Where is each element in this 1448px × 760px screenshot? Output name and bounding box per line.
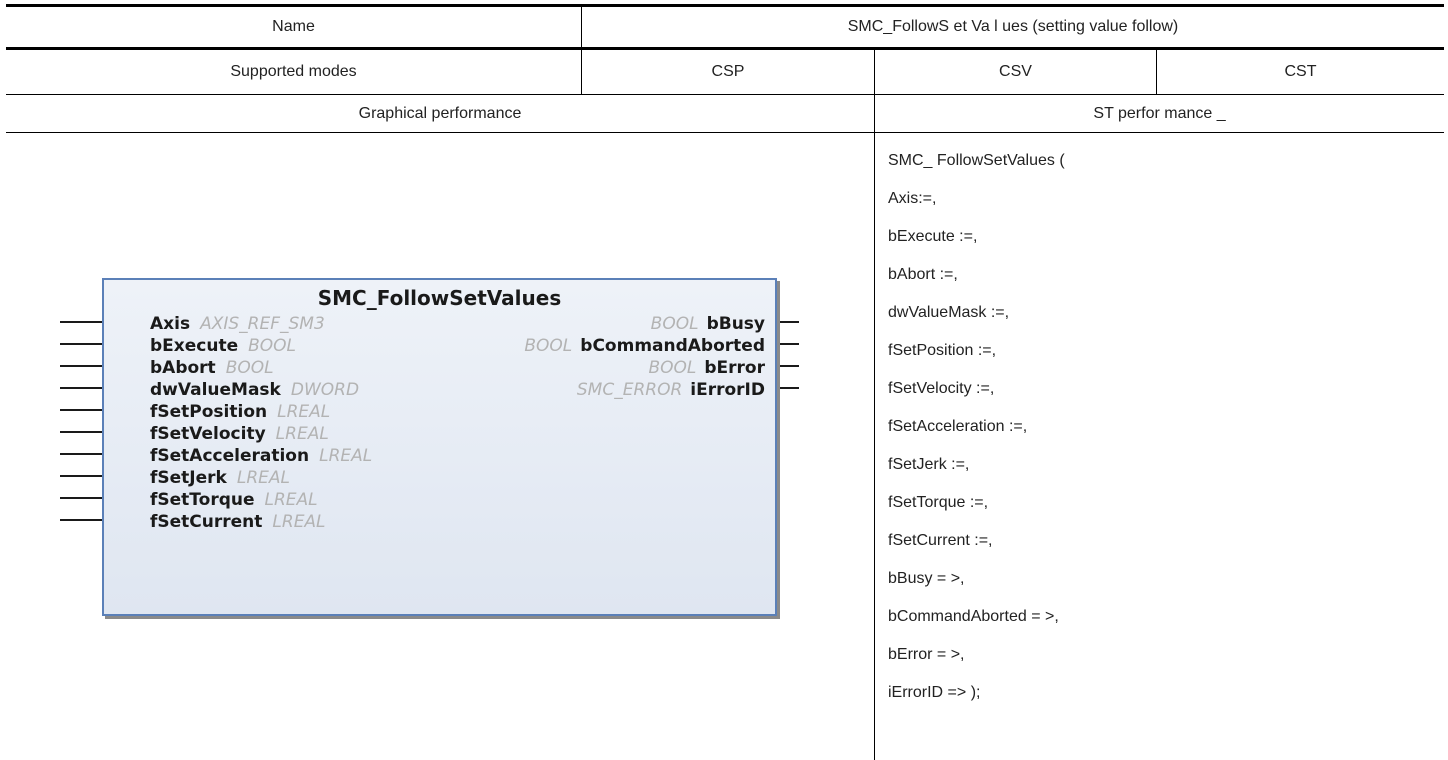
output-pin-berror: BOOL bError [648, 357, 765, 379]
input-connector [60, 365, 102, 367]
input-connector [60, 497, 102, 499]
pin-type: BOOL [650, 314, 699, 334]
input-pin-axis: Axis AXIS_REF_SM3 [150, 313, 325, 335]
pin-type: SMC_ERROR [576, 380, 683, 400]
pin-type: BOOL [648, 358, 697, 378]
pin-name: bBusy [706, 314, 765, 334]
input-connector [60, 453, 102, 455]
input-connector [60, 321, 102, 323]
st-code-line: fSetAcceleration :=, [888, 418, 1028, 435]
name-value: SMC_FollowS et Va l ues (setting value f… [847, 18, 1179, 35]
output-connector [777, 365, 799, 367]
output-connector [777, 387, 799, 389]
st-code-line: fSetVelocity :=, [888, 380, 995, 397]
input-pin-bexecute: bExecute BOOL [150, 335, 296, 357]
pin-name: fSetVelocity [150, 424, 266, 444]
pin-name: Axis [150, 314, 191, 334]
pin-type: BOOL [248, 336, 297, 356]
st-code-line: fSetTorque :=, [888, 494, 989, 511]
pin-name: fSetCurrent [150, 512, 263, 532]
input-connector [60, 409, 102, 411]
st-code-line: bBusy = >, [888, 570, 965, 587]
pin-type: BOOL [225, 358, 274, 378]
pin-type: LREAL [264, 490, 318, 510]
st-code-line: bError = >, [888, 646, 965, 663]
st-code-line: bExecute :=, [888, 228, 978, 245]
pin-type: LREAL [272, 512, 326, 532]
st-code-line: bCommandAborted = >, [888, 608, 1059, 625]
st-code-line: fSetJerk :=, [888, 456, 970, 473]
mode-cst: CST [1284, 63, 1317, 80]
st-code-line: iErrorID => ); [888, 684, 981, 701]
input-connector [60, 387, 102, 389]
output-pin-ierrorid: SMC_ERROR iErrorID [577, 379, 765, 401]
input-pin-babort: bAbort BOOL [150, 357, 274, 379]
st-performance-heading: ST perfor mance _ [1093, 104, 1226, 122]
pin-type: LREAL [236, 468, 290, 488]
input-connector [60, 519, 102, 521]
pin-name: fSetJerk [150, 468, 227, 488]
pin-name: fSetTorque [150, 490, 255, 510]
mode-csv: CSV [999, 63, 1032, 80]
output-pin-bcommandaborted: BOOL bCommandAborted [524, 335, 765, 357]
st-code-line: dwValueMask :=, [888, 304, 1010, 321]
st-code-line: Axis:=, [888, 190, 937, 207]
pin-name: bAbort [150, 358, 216, 378]
pin-type: DWORD [290, 380, 360, 400]
input-pin-fsettorque: fSetTorque LREAL [150, 489, 318, 511]
input-connector [60, 431, 102, 433]
input-pin-fsetjerk: fSetJerk LREAL [150, 467, 290, 489]
pin-name: bError [704, 358, 765, 378]
st-code-line: fSetCurrent :=, [888, 532, 993, 549]
pin-type: LREAL [275, 424, 329, 444]
st-code-line: bAbort :=, [888, 266, 958, 283]
pin-name: bCommandAborted [580, 336, 765, 356]
name-label: Name [272, 18, 315, 35]
output-connector [777, 321, 799, 323]
function-block-box: SMC_FollowSetValues Axis AXIS_REF_SM3 bE… [102, 278, 777, 616]
input-connector [60, 343, 102, 345]
pin-name: fSetAcceleration [150, 446, 310, 466]
input-connector [60, 475, 102, 477]
mode-csp: CSP [711, 63, 745, 80]
input-pin-fsetacceleration: fSetAcceleration LREAL [150, 445, 372, 467]
pin-name: dwValueMask [150, 380, 281, 400]
function-block-title: SMC_FollowSetValues [317, 286, 562, 310]
row-divider [6, 132, 1444, 133]
input-pin-dwvaluemask: dwValueMask DWORD [150, 379, 359, 401]
pin-name: bExecute [150, 336, 239, 356]
output-connector [777, 343, 799, 345]
pin-name: fSetPosition [150, 402, 268, 422]
pin-type: LREAL [319, 446, 373, 466]
graphical-performance-heading: Graphical performance [358, 104, 522, 122]
pin-type: AXIS_REF_SM3 [200, 314, 325, 334]
input-pin-fsetposition: fSetPosition LREAL [150, 401, 330, 423]
input-pin-fsetvelocity: fSetVelocity LREAL [150, 423, 329, 445]
st-code-line: SMC_ FollowSetValues ( [888, 152, 1065, 169]
supported-modes-label: Supported modes [230, 63, 357, 80]
input-pin-fsetcurrent: fSetCurrent LREAL [150, 511, 326, 533]
st-code-line: fSetPosition :=, [888, 342, 997, 359]
function-block-diagram: SMC_FollowSetValues Axis AXIS_REF_SM3 bE… [60, 278, 799, 623]
output-pin-bbusy: BOOL bBusy [651, 313, 765, 335]
pin-type: BOOL [524, 336, 573, 356]
pin-name: iErrorID [690, 380, 765, 400]
pin-type: LREAL [277, 402, 331, 422]
column-divider [874, 50, 875, 760]
